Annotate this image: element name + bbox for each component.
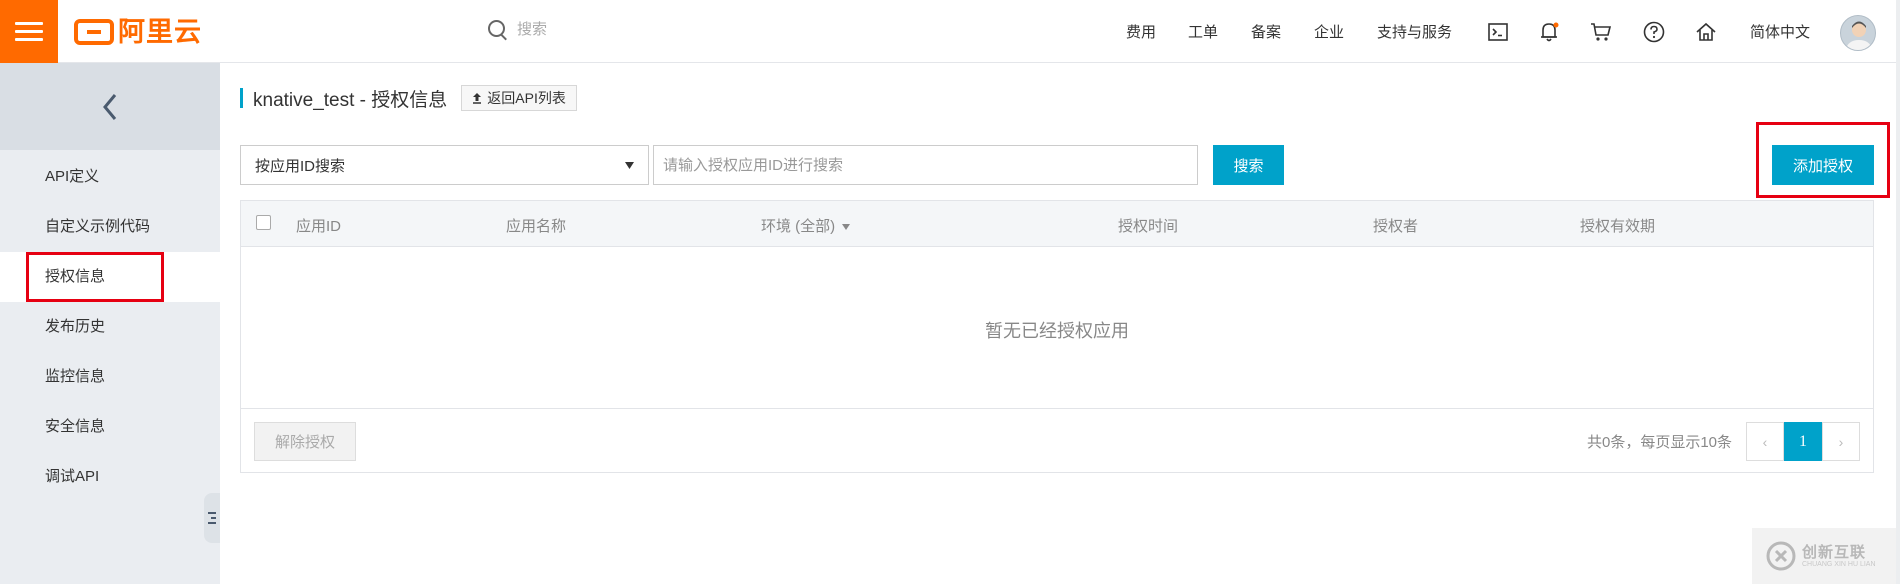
nav-item-label[interactable]: 工单 xyxy=(1188,21,1218,42)
logo-text: 阿里云 xyxy=(118,17,202,47)
language-label[interactable]: 简体中文 xyxy=(1750,21,1810,42)
nav-item-label[interactable]: 企业 xyxy=(1314,21,1344,42)
search-icon xyxy=(488,20,505,37)
menu-line xyxy=(15,30,43,33)
aliyun-logo[interactable]: 阿里云 xyxy=(74,17,202,47)
menu-line xyxy=(15,22,43,25)
watermark: 创新互联 CHUANG XIN HU LIAN xyxy=(1752,528,1900,584)
search-placeholder: 搜索 xyxy=(517,21,548,38)
caret-down-icon xyxy=(842,224,851,231)
next-page-button[interactable]: › xyxy=(1822,422,1860,461)
sidebar-item-security[interactable]: 安全信息 xyxy=(0,402,220,452)
app-id-search-input[interactable] xyxy=(653,145,1198,185)
global-search[interactable]: 搜索 xyxy=(488,18,547,39)
select-value: 按应用ID搜索 xyxy=(255,157,346,175)
nav-support[interactable]: 支持与服务 xyxy=(1377,0,1452,63)
search-type-select[interactable]: 按应用ID搜索 xyxy=(240,145,649,185)
column-header-app-id: 应用ID xyxy=(296,218,342,235)
table-header: 应用ID 应用名称 环境 (全部) 授权时间 授权者 授权有效期 xyxy=(241,201,1873,247)
sidebar-menu: API定义 自定义示例代码 授权信息 发布历史 监控信息 安全信息 调试API xyxy=(0,152,220,502)
search-button[interactable]: 搜索 xyxy=(1213,145,1284,185)
sidebar-item-publish-history[interactable]: 发布历史 xyxy=(0,302,220,352)
authorization-table: 应用ID 应用名称 环境 (全部) 授权时间 授权者 授权有效期 暂无已经授权应… xyxy=(240,200,1874,473)
sidebar-item-debug-api[interactable]: 调试API xyxy=(0,452,220,502)
pagination-summary: 共0条，每页显示10条 xyxy=(1587,434,1733,451)
page-scrollbar[interactable] xyxy=(1896,0,1900,584)
upload-arrow-icon xyxy=(473,93,482,104)
left-sidebar: API定义 自定义示例代码 授权信息 发布历史 监控信息 安全信息 调试API xyxy=(0,63,220,584)
prev-page-button[interactable]: ‹ xyxy=(1746,422,1784,461)
column-header-app-name: 应用名称 xyxy=(506,218,567,235)
menu-line xyxy=(15,38,43,41)
sidebar-item-custom-sample-code[interactable]: 自定义示例代码 xyxy=(0,202,220,252)
caret-down-icon xyxy=(625,161,634,169)
nav-icp-filing[interactable]: 备案 xyxy=(1251,0,1281,63)
column-header-authorizer: 授权者 xyxy=(1373,218,1419,235)
add-authorization-button[interactable]: 添加授权 xyxy=(1772,145,1874,185)
back-to-api-list-button[interactable]: 返回API列表 xyxy=(461,85,577,111)
title-accent-bar xyxy=(240,88,243,108)
page-header: knative_test - 授权信息 返回API列表 xyxy=(240,85,577,111)
logo-mark-icon xyxy=(74,19,114,45)
empty-state-text: 暂无已经授权应用 xyxy=(985,321,1129,341)
hamburger-menu-button[interactable] xyxy=(0,0,58,63)
home-icon[interactable] xyxy=(1694,20,1718,44)
sidebar-item-monitoring[interactable]: 监控信息 xyxy=(0,352,220,402)
bell-icon[interactable] xyxy=(1537,20,1561,44)
column-header-authorized-time: 授权时间 xyxy=(1118,218,1179,235)
select-all-checkbox[interactable] xyxy=(256,215,271,230)
chevron-left-icon xyxy=(103,93,117,120)
terminal-icon[interactable] xyxy=(1486,20,1510,44)
nav-tickets[interactable]: 工单 xyxy=(1188,0,1218,63)
watermark-subtext: CHUANG XIN HU LIAN xyxy=(1802,560,1876,568)
user-avatar[interactable] xyxy=(1840,15,1876,51)
watermark-text: 创新互联 xyxy=(1802,543,1867,561)
sidebar-item-api-definition[interactable]: API定义 xyxy=(0,152,220,202)
nav-enterprise[interactable]: 企业 xyxy=(1314,0,1344,63)
nav-item-label[interactable]: 支持与服务 xyxy=(1377,21,1452,42)
nav-item-label[interactable]: 费用 xyxy=(1126,21,1156,42)
cart-icon[interactable] xyxy=(1589,20,1613,44)
language-switcher[interactable]: 简体中文 xyxy=(1750,0,1810,63)
watermark-logo-icon xyxy=(1766,541,1796,571)
list-collapse-icon xyxy=(208,512,216,524)
revoke-authorization-button[interactable]: 解除授权 xyxy=(254,422,356,461)
back-button-label: 返回API列表 xyxy=(487,90,566,106)
sidebar-collapse-handle[interactable] xyxy=(204,493,220,543)
environment-filter-label: 环境 (全部) xyxy=(761,218,836,235)
column-header-environment[interactable]: 环境 (全部) xyxy=(761,215,851,236)
help-icon[interactable] xyxy=(1642,20,1666,44)
page-title: knative_test - 授权信息 xyxy=(253,89,448,111)
nav-fees[interactable]: 费用 xyxy=(1126,0,1156,63)
watermark-text-block: 创新互联 CHUANG XIN HU LIAN xyxy=(1802,543,1876,568)
table-footer: 解除授权 共0条，每页显示10条 ‹ 1 › xyxy=(241,408,1873,472)
pagination: ‹ 1 › xyxy=(1746,422,1860,461)
sidebar-item-authorization[interactable]: 授权信息 xyxy=(0,252,220,302)
page-number-button[interactable]: 1 xyxy=(1784,422,1822,461)
nav-item-label[interactable]: 备案 xyxy=(1251,21,1281,42)
column-header-validity: 授权有效期 xyxy=(1580,218,1656,235)
top-navigation-bar: 阿里云 搜索 费用 工单 备案 企业 支持与服务 简体中文 xyxy=(0,0,1900,63)
collapse-back-button[interactable] xyxy=(0,63,220,150)
